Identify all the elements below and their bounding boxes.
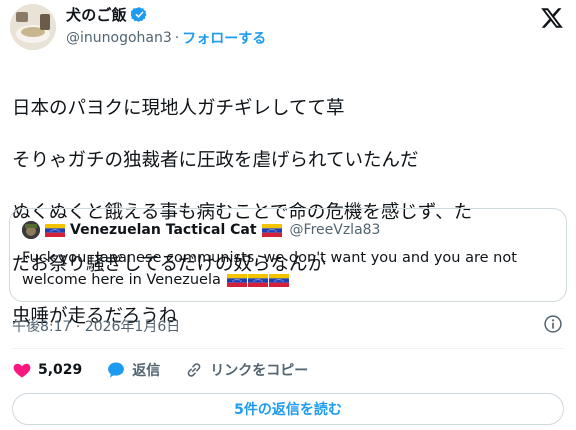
tweet-line: 日本のパヨクに現地人ガチギレしてて草: [12, 98, 345, 119]
link-icon: [187, 363, 201, 377]
copy-link-label: リンクをコピー: [210, 363, 309, 379]
x-logo-icon[interactable]: [540, 6, 564, 30]
quoted-author-avatar: [22, 221, 40, 239]
speech-bubble-icon: [108, 362, 125, 378]
venezuela-flag-icon: [226, 273, 247, 287]
separator-dot: ·: [174, 30, 180, 46]
tweet-timestamp[interactable]: 午後8:17 · 2026年1月6日: [12, 316, 180, 336]
quoted-author-handle: @FreeVzla83: [289, 222, 381, 238]
heart-icon: [13, 363, 31, 378]
like-button[interactable]: 5,029: [12, 360, 82, 380]
venezuela-flag-icon: [247, 273, 268, 287]
quoted-tweet-text: Fuck you, Japanese communists, we don't …: [22, 247, 552, 291]
reply-label: 返信: [132, 363, 161, 379]
venezuela-flag-icon: [261, 223, 282, 237]
venezuela-flag-icon: [45, 223, 65, 237]
copy-link-button[interactable]: リンクをコピー: [184, 360, 308, 380]
action-bar: 5,029 返信 リンクをコピー: [12, 356, 332, 384]
author-display-name[interactable]: 犬のご飯: [66, 4, 127, 25]
quoted-tweet-card[interactable]: Venezuelan Tactical Cat @FreeVzla83 Fuck…: [9, 208, 567, 302]
avatar-image: [10, 4, 56, 50]
author-avatar[interactable]: [10, 4, 56, 50]
info-icon[interactable]: [543, 314, 563, 334]
verified-badge-icon: [130, 7, 147, 22]
read-replies-label: 5件の返信を読む: [234, 402, 342, 418]
tweet-line: そりゃガチの独裁者に圧政を虐げられていたんだ: [12, 150, 419, 171]
venezuela-flag-icon: [268, 273, 289, 287]
author-handle[interactable]: @inunogohan3: [66, 30, 172, 46]
divider: [12, 348, 564, 349]
like-count: 5,029: [38, 362, 83, 378]
read-replies-button[interactable]: 5件の返信を読む: [12, 393, 564, 425]
quoted-author-name: Venezuelan Tactical Cat: [70, 222, 257, 238]
reply-button[interactable]: 返信: [106, 360, 160, 380]
tweet-header: 犬のご飯 @inunogohan3 · フォローする: [0, 0, 576, 60]
follow-button[interactable]: フォローする: [182, 28, 266, 48]
